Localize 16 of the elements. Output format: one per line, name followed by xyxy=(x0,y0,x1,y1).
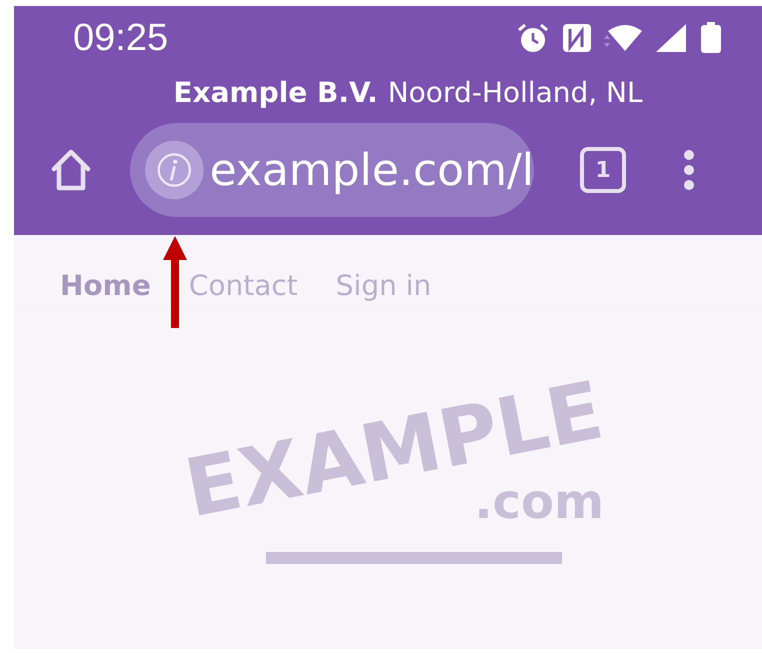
signal-icon xyxy=(654,22,688,54)
nfc-icon xyxy=(562,23,592,53)
nav-link[interactable]: Home xyxy=(60,269,151,309)
status-time: 09:25 xyxy=(73,16,168,60)
wifi-icon xyxy=(604,23,642,53)
tab-count[interactable]: 1 xyxy=(580,147,626,193)
address-bar[interactable]: example.com/l xyxy=(130,123,534,217)
url-text: example.com/l xyxy=(210,144,534,196)
info-icon[interactable] xyxy=(145,138,204,202)
menu-icon[interactable] xyxy=(682,148,696,192)
nav-link[interactable]: Sign in xyxy=(336,269,432,309)
site-location: Noord-Holland, NL xyxy=(388,76,643,109)
battery-icon xyxy=(700,22,722,54)
alarm-icon xyxy=(516,22,550,54)
nav-link[interactable]: Contact xyxy=(188,269,298,309)
site-organization: Example B.V. xyxy=(173,76,378,109)
